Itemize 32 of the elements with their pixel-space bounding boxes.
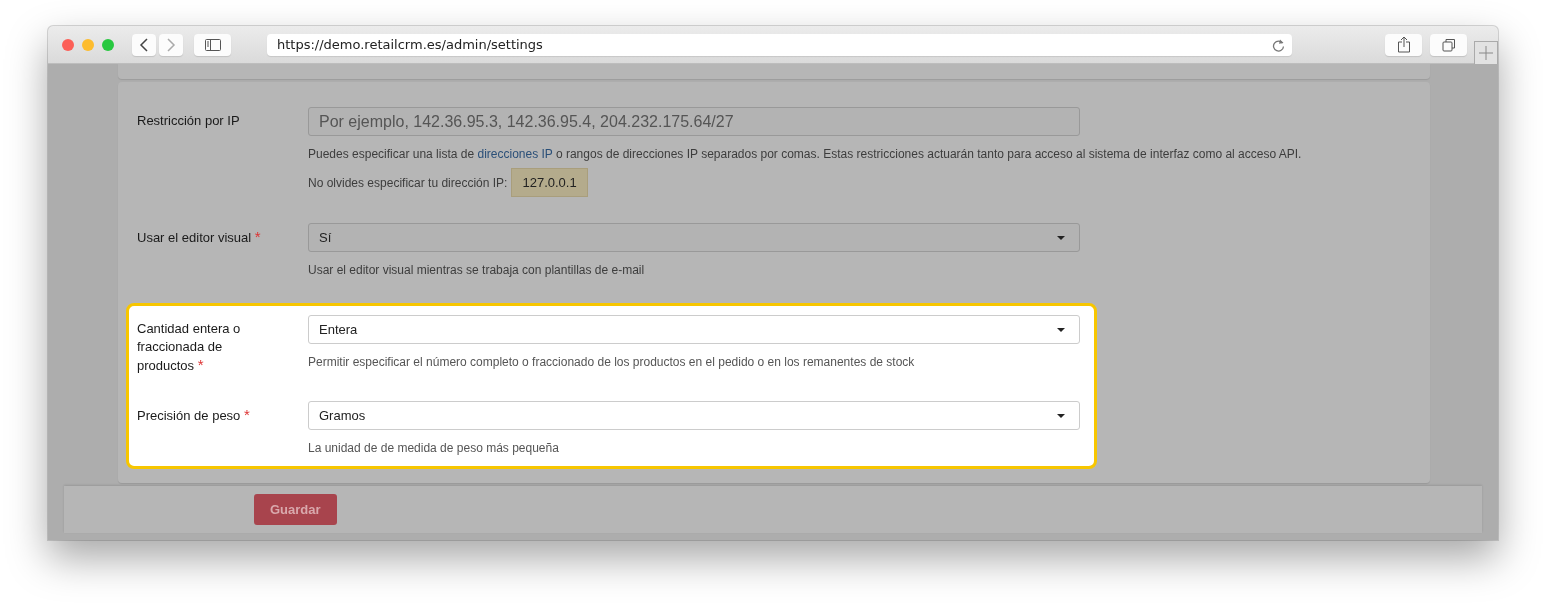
- help-text: Permitir especificar el número completo o fraccionado de los productos en el pedido o en los remanentes de stock: [308, 355, 916, 370]
- link[interactable]: direcciones IP: [477, 147, 553, 161]
- field-label: Restricción por IP: [137, 112, 241, 130]
- help-text: La unidad de de medida de peso más pequeña: [308, 441, 560, 456]
- field-label: Usar el editor visual *: [137, 227, 262, 247]
- tabs-icon: [1441, 37, 1456, 52]
- note-text: No olvides especificar tu dirección IP:: [308, 175, 508, 190]
- caret-icon: [1057, 235, 1065, 240]
- ip-badge: 127.0.0.1: [511, 168, 588, 197]
- help-text: Usar el editor visual mientras se trabaja con plantillas de e-mail: [308, 263, 646, 278]
- ip-input-field[interactable]: Por ejemplo, 142.36.95.3, 142.36.95.4, 204.232.175.64/27: [308, 107, 1080, 136]
- close-icon[interactable]: [62, 38, 74, 51]
- chevron-left-icon: [139, 37, 149, 52]
- back-button[interactable]: [132, 33, 156, 56]
- chevron-right-icon: [166, 37, 176, 52]
- share-button[interactable]: [1385, 33, 1422, 56]
- help-text: Puedes especificar una lista de direcciones IP o rangos de direcciones IP separados por comas. Estas restricciones actuarán tanto para acceso al sistema de interfaz como al acceso API.: [308, 147, 1302, 162]
- plus-icon: [1479, 46, 1493, 60]
- field-label: Precisión de peso *: [137, 405, 251, 425]
- dropdown[interactable]: Sí: [308, 223, 1080, 252]
- caret-icon: [1057, 413, 1065, 418]
- field-label: Cantidad entera o fraccionada de productos *: [137, 320, 242, 375]
- url-text: https://demo.retailcrm.es/admin/settings: [277, 37, 543, 52]
- sidebar-icon: [204, 38, 221, 51]
- dropdown[interactable]: Gramos: [308, 401, 1080, 430]
- reload-icon[interactable]: [1272, 37, 1285, 52]
- share-icon: [1396, 36, 1411, 53]
- dropdown[interactable]: Entera: [308, 315, 1080, 344]
- address-bar[interactable]: https://demo.retailcrm.es/admin/settings: [267, 33, 1292, 56]
- tabs-button[interactable]: [1430, 33, 1467, 56]
- sidebar-button[interactable]: [194, 33, 231, 56]
- caret-icon: [1057, 327, 1065, 332]
